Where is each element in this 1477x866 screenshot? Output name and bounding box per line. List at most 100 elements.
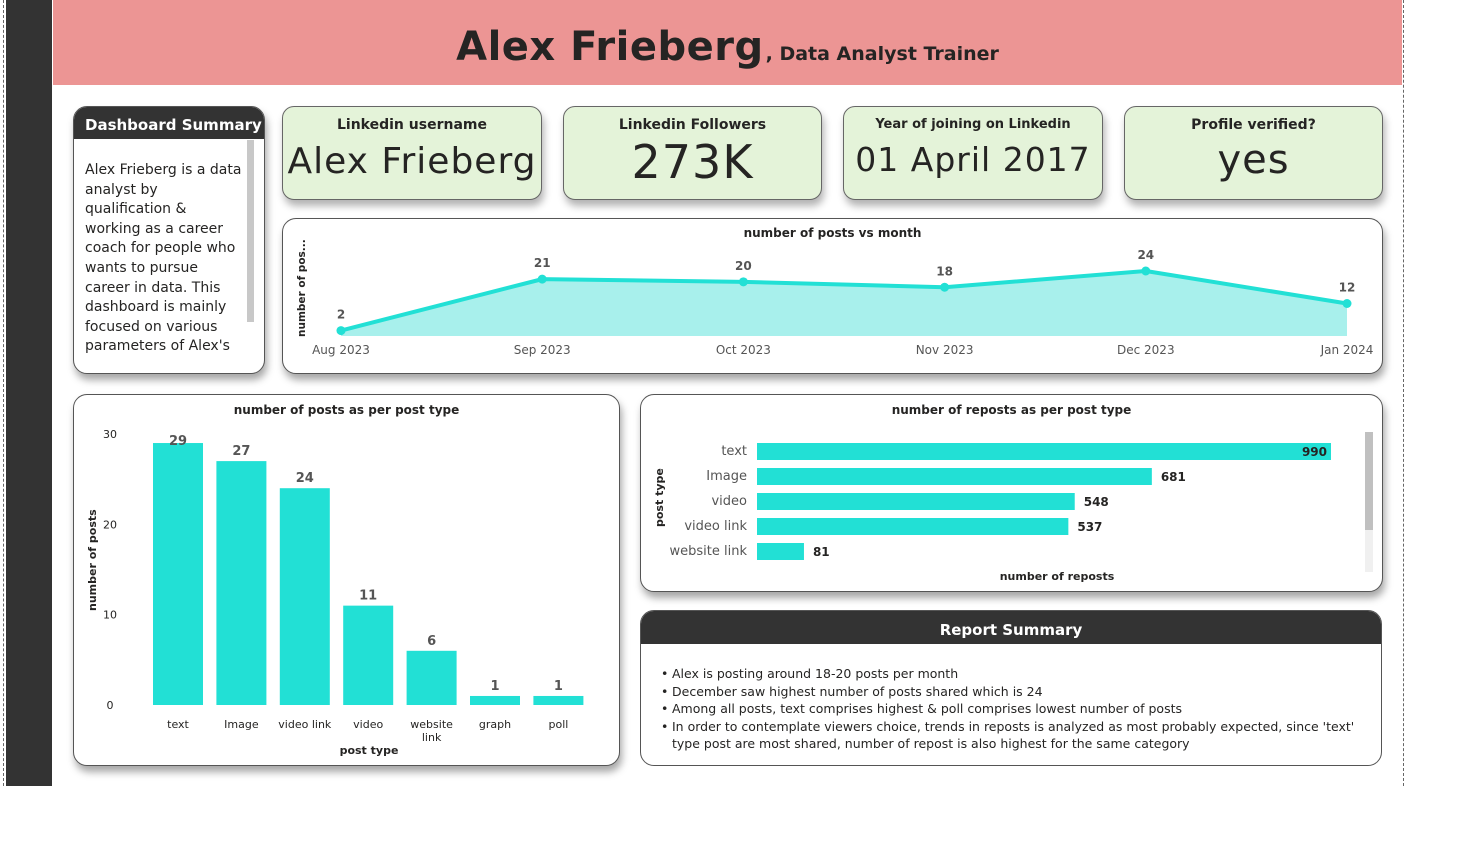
x-axis-label: post type [340,744,399,757]
card-value: Alex Frieberg [287,141,537,182]
card-linkedin-username: Linkedin username Alex Frieberg [282,106,542,200]
report-summary-title: Report Summary [641,611,1381,644]
canvas-right-border [1403,0,1404,786]
data-label: 1 [554,679,563,694]
data-point [940,282,950,292]
data-point [336,326,346,336]
bar [343,605,394,705]
bar-chart-svg: 0102030 29text27Image24video link11video6… [86,428,584,757]
hbar-chart-svg: text 990 Image 681 video 548 video link 537 webs… [653,443,1331,583]
page-subtitle: , Data Analyst Trainer [765,42,999,65]
data-label: 12 [1339,281,1356,295]
x-tick-label: text [167,718,189,731]
bar [757,443,1331,460]
data-label: 20 [735,259,752,273]
canvas-left-border [3,0,4,786]
bar [216,461,267,705]
scrollbar-thumb[interactable] [1365,432,1373,530]
x-tick-label: Nov 2023 [916,343,974,357]
card-value: 01 April 2017 [855,140,1091,179]
data-label: 2 [337,308,345,322]
data-label: 24 [296,471,314,486]
y-tick-label: text [721,444,747,459]
y-axis-label: post type [653,468,666,527]
data-label: 548 [1084,495,1109,509]
data-point [537,274,547,284]
y-tick-label: 30 [103,428,117,441]
data-point [1141,266,1151,276]
list-item: Among all posts, text comprises highest … [661,700,1361,718]
x-tick-label: video [353,718,383,731]
x-tick-label: link [422,731,442,744]
data-label: 24 [1137,248,1154,262]
bar [757,518,1069,535]
y-tick-label: video link [684,519,747,534]
x-tick-label: Aug 2023 [312,343,370,357]
data-point [1342,299,1352,308]
x-tick-label: Oct 2023 [716,343,771,357]
data-label: 81 [813,545,830,559]
card-linkedin-followers: Linkedin Followers 273K [563,106,822,200]
page-header: Alex Frieberg , Data Analyst Trainer [53,0,1402,85]
data-label: 681 [1161,470,1186,484]
dashboard-summary-title: Dashboard Summary [74,107,264,139]
y-tick-label: 20 [103,518,117,531]
bar [470,695,520,705]
bar [533,695,584,705]
data-label: 990 [1302,445,1327,459]
x-tick-label: Sep 2023 [514,343,571,357]
page-title: Alex Frieberg [456,23,764,70]
y-tick-label: website link [670,544,748,559]
x-axis-label: number of reposts [1000,570,1115,583]
x-tick-label: Dec 2023 [1117,343,1175,357]
bar [406,650,457,705]
x-tick-label: poll [548,718,568,731]
dashboard-summary-text: Alex Frieberg is a data analyst by quali… [85,162,242,358]
card-value: yes [1217,137,1290,183]
bar [279,488,330,705]
data-label: 11 [359,589,377,604]
data-label: 18 [936,264,953,278]
bar [757,543,804,560]
data-label: 27 [232,444,250,459]
list-item: Alex is posting around 18-20 posts per m… [661,665,1361,683]
x-tick-label: graph [479,718,511,731]
data-label: 537 [1077,520,1102,534]
card-label: Linkedin username [337,117,487,133]
line-chart-svg: 2 Aug 2023 21 Sep 2023 20 Oct 2023 18 Nov 2023 2… [296,239,1374,357]
data-point [738,277,748,287]
x-tick-label: video link [278,718,332,731]
data-label: 21 [534,256,551,270]
x-tick-label: Jan 2024 [1320,343,1374,357]
posts-vs-month-chart: number of posts vs month 2 Aug 2023 21 Sep … [282,218,1383,374]
y-tick-label: video [711,494,747,509]
card-join-date: Year of joining on Linkedin 01 April 201… [843,106,1103,200]
data-label: 1 [490,679,499,694]
x-tick-label: Image [224,718,259,731]
y-tick-label: 10 [103,609,117,622]
y-axis-label: number of posts [86,509,99,611]
reposts-by-type-chart: number of reposts as per post type text 9… [640,394,1383,592]
data-label: 6 [427,634,436,649]
report-summary-panel: Report Summary Alex is posting around 18… [640,610,1382,766]
card-profile-verified: Profile verified? yes [1124,106,1383,200]
data-label: 29 [169,434,187,449]
y-tick-label: 0 [107,699,114,712]
posts-by-type-chart: number of posts as per post type 0 10 20 30… [73,394,620,766]
card-label: Profile verified? [1191,117,1316,133]
x-tick-label: website [410,718,453,731]
report-summary-list: Alex is posting around 18-20 posts per m… [661,665,1361,753]
scrollbar[interactable] [247,140,254,322]
card-label: Linkedin Followers [618,117,767,133]
bar [153,443,203,705]
side-bar [6,0,52,786]
bar [757,468,1152,485]
dashboard-summary-panel: Dashboard Summary Alex Frieberg is a dat… [73,106,265,374]
y-tick-label: Image [706,469,747,484]
list-item: In order to contemplate viewers choice, … [661,718,1361,753]
card-label: Year of joining on Linkedin [875,117,1071,132]
bar [757,493,1075,510]
list-item: December saw highest number of posts sha… [661,683,1361,701]
card-value: 273K [631,135,754,189]
y-axis-label: number of pos... [296,239,308,337]
